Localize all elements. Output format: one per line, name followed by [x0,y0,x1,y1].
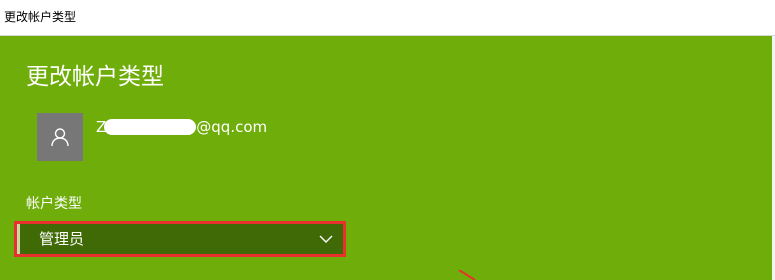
user-icon [51,128,69,147]
title-bar: 更改帐户类型 [0,0,775,36]
page-title: 更改帐户类型 [26,64,164,90]
window-title: 更改帐户类型 [4,10,77,24]
account-email: Z @qq.com [96,118,267,136]
annotation-arrow [458,270,476,280]
account-type-value: 管理员 [39,230,85,248]
select-accent [17,224,20,254]
account-type-select[interactable]: 管理员 [14,221,346,257]
email-redaction [104,119,197,135]
account-type-label: 帐户类型 [26,196,82,212]
avatar [37,113,83,161]
change-account-type-window: 更改帐户类型 更改帐户类型 Z @qq.com 帐户类型 管理员 [0,0,775,280]
email-suffix: @qq.com [196,118,268,136]
chevron-down-icon[interactable] [319,232,333,246]
